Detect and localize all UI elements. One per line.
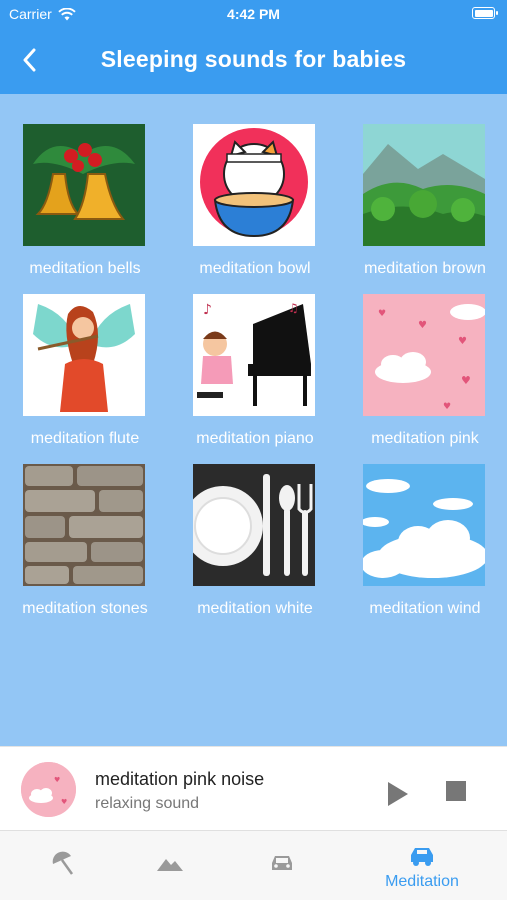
svg-text:♥: ♥: [443, 402, 451, 412]
sound-label: meditation stones: [22, 600, 148, 617]
nav-bar: Sleeping sounds for babies: [0, 40, 507, 80]
car-active-icon: [411, 848, 433, 866]
svg-text:♥: ♥: [378, 309, 386, 319]
now-playing-artwork: ♥ ♥: [21, 762, 76, 817]
sound-tile-stones[interactable]: meditation stones: [0, 464, 170, 624]
battery-icon: [472, 7, 498, 19]
tab-meditation[interactable]: Meditation: [359, 831, 485, 900]
sound-tile-white[interactable]: meditation white: [170, 464, 340, 624]
sound-tile-pink[interactable]: ♥ ♥ ♥ ♥ ♥ meditation pink: [340, 294, 507, 454]
bells-image: [23, 124, 145, 246]
sound-label: meditation wind: [369, 600, 481, 617]
svg-text:♥: ♥: [418, 320, 427, 331]
svg-text:♥: ♥: [61, 798, 67, 806]
stop-icon[interactable]: [446, 781, 466, 801]
sound-label: meditation bells: [29, 260, 141, 277]
sound-tile-piano[interactable]: ♪ ♫ meditation piano: [170, 294, 340, 454]
wind-image: [363, 464, 485, 586]
svg-text:♫: ♫: [288, 301, 299, 315]
sound-label: meditation flute: [30, 430, 140, 447]
status-bar: Carrier 4:42 PM: [0, 6, 507, 24]
now-playing-subtitle: relaxing sound: [95, 795, 200, 812]
status-time: 4:42 PM: [227, 6, 280, 22]
sound-tile-wind[interactable]: meditation wind: [340, 464, 507, 624]
beach-umbrella-icon: [52, 851, 74, 875]
flute-image: [23, 294, 145, 416]
play-icon[interactable]: [385, 779, 411, 809]
tab-bar: Meditation: [0, 830, 507, 900]
sound-label: meditation bowl: [199, 260, 311, 277]
svg-text:♥: ♥: [54, 776, 60, 784]
white-image: [193, 464, 315, 586]
now-playing-bar[interactable]: ♥ ♥ meditation pink noise relaxing sound: [0, 746, 507, 830]
sound-tile-bells[interactable]: meditation bells: [0, 124, 170, 284]
tab-mountains[interactable]: [107, 831, 233, 900]
pink-image: ♥ ♥ ♥ ♥ ♥: [363, 294, 485, 416]
mountains-icon: [157, 859, 183, 871]
brown-image: [363, 124, 485, 246]
svg-text:♪: ♪: [203, 302, 212, 318]
sound-label: meditation pink: [371, 430, 479, 447]
now-playing-title: meditation pink noise: [95, 769, 265, 789]
tab-car[interactable]: [219, 831, 345, 900]
page-title: Sleeping sounds for babies: [100, 46, 407, 72]
tab-meditation-label: Meditation: [385, 873, 459, 890]
sound-label: meditation piano: [196, 430, 314, 447]
sound-tile-brown[interactable]: meditation brown: [340, 124, 507, 284]
sound-tile-flute[interactable]: meditation flute: [0, 294, 170, 454]
bowl-image: [193, 124, 315, 246]
svg-text:♥: ♥: [458, 336, 467, 347]
car-icon: [272, 856, 292, 870]
sound-label: meditation white: [197, 600, 313, 617]
stones-image: [23, 464, 145, 586]
sound-tile-bowl[interactable]: meditation bowl: [170, 124, 340, 284]
piano-image: ♪ ♫: [193, 294, 315, 416]
sound-label: meditation brown: [364, 260, 486, 277]
svg-text:♥: ♥: [461, 374, 471, 387]
app-header: Carrier 4:42 PM Sleeping sounds for babi…: [0, 0, 507, 94]
